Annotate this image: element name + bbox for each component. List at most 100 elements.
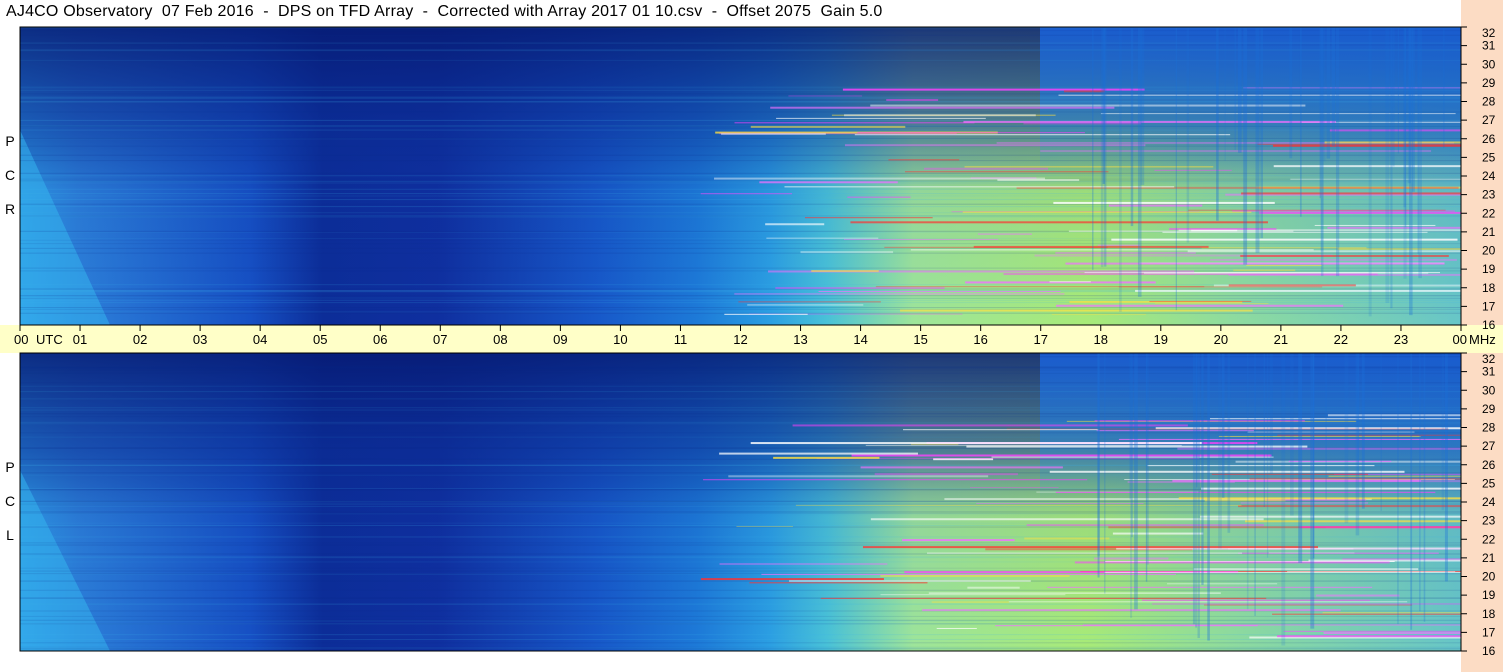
background-band (20, 556, 1461, 558)
interference-streak (928, 592, 1221, 594)
vertical-stripe (1335, 27, 1340, 277)
vertical-stripe (1331, 27, 1336, 147)
vertical-stripe (1131, 353, 1133, 538)
interference-streak (936, 627, 977, 629)
vertical-stripe (1246, 353, 1249, 610)
time-tick-label: 06 (373, 332, 387, 347)
interference-streak (721, 133, 826, 136)
interference-streak (734, 122, 975, 124)
background-band (20, 648, 1461, 650)
interference-streak (843, 238, 999, 240)
interference-streak (719, 563, 888, 566)
interference-streak (818, 290, 1061, 292)
vertical-stripe (1192, 353, 1196, 625)
background-band (20, 544, 1461, 546)
interference-streak (759, 181, 898, 184)
vertical-stripe (1344, 353, 1349, 524)
interference-streak (1049, 470, 1405, 473)
interference-streak (789, 579, 1031, 582)
vertical-stripe (1254, 353, 1256, 616)
interference-streak (1053, 201, 1275, 204)
frequency-tick-label: 26 (1482, 132, 1496, 146)
interference-streak (1204, 499, 1286, 502)
interference-streak (903, 429, 1099, 431)
background-band (20, 642, 1461, 644)
time-tick-label: 23 (1394, 332, 1408, 347)
vertical-stripe (1310, 353, 1315, 629)
interference-streak (1283, 630, 1461, 632)
interference-streak (1323, 632, 1461, 635)
interference-streak (775, 287, 945, 290)
interference-streak (1112, 532, 1204, 535)
interference-streak (886, 99, 939, 102)
vertical-stripe (1102, 27, 1105, 184)
vertical-stripe (1218, 353, 1222, 549)
interference-streak (1337, 248, 1461, 251)
background-band (20, 536, 1461, 538)
vertical-stripe (1423, 353, 1426, 622)
interference-streak (870, 518, 1264, 521)
interference-streak (963, 120, 1336, 123)
time-tick-label: 18 (1094, 332, 1108, 347)
time-tick-label: 12 (733, 332, 747, 347)
interference-streak (860, 466, 1063, 469)
interference-streak (1169, 227, 1277, 230)
vertical-stripe (1092, 27, 1094, 270)
frequency-tick-label: 31 (1482, 39, 1496, 53)
vertical-stripe (1368, 27, 1372, 317)
interference-streak (1327, 226, 1461, 229)
interference-streak (734, 293, 1065, 295)
background-band (20, 299, 1461, 301)
vertical-stripe (1243, 27, 1248, 265)
interference-streak (766, 237, 879, 239)
interference-streak (1245, 520, 1461, 523)
vertical-stripe (1255, 27, 1260, 253)
interference-streak (1316, 594, 1400, 597)
vertical-stripe (1197, 353, 1200, 639)
background-band (20, 522, 1461, 524)
interference-streak (862, 546, 1318, 549)
interference-streak (1204, 604, 1413, 606)
interference-streak (776, 117, 986, 119)
interference-streak (1273, 165, 1461, 168)
background-band (20, 615, 1461, 617)
interference-streak (749, 582, 928, 584)
time-tick-label: 07 (433, 332, 447, 347)
time-tick-label: 09 (553, 332, 567, 347)
vertical-stripe (1361, 353, 1365, 509)
time-tick-label: 03 (193, 332, 207, 347)
interference-streak (804, 217, 933, 219)
frequency-tick-label: 20 (1482, 244, 1496, 258)
interference-streak (1051, 314, 1146, 316)
frequency-tick-label: 18 (1482, 281, 1496, 295)
interference-streak (931, 601, 1010, 603)
interference-streak (788, 95, 863, 97)
interference-streak (1200, 515, 1461, 518)
background-band (20, 407, 1461, 409)
interference-streak (844, 144, 1146, 147)
interference-streak (1233, 269, 1296, 271)
vertical-stripe (1390, 27, 1393, 309)
vertical-stripe (1385, 27, 1390, 303)
frequency-tick-label: 26 (1482, 458, 1496, 472)
vertical-stripe (1119, 27, 1122, 312)
interference-streak (770, 106, 1115, 109)
frequency-tick-label: 17 (1482, 299, 1496, 313)
frequency-tick-label: 25 (1482, 150, 1496, 164)
background-band (20, 382, 1461, 384)
interference-streak (1240, 502, 1369, 504)
vertical-stripe (1234, 27, 1237, 150)
background-band (20, 573, 1461, 575)
vertical-stripe (1097, 353, 1100, 578)
time-tick-label: 01 (73, 332, 87, 347)
background-band (20, 391, 1461, 393)
vertical-stripe (1418, 27, 1422, 279)
background-band (20, 369, 1461, 371)
background-band (20, 372, 1461, 374)
interference-streak (857, 132, 1085, 134)
time-tick-label: 02 (133, 332, 147, 347)
upper-spectrogram-panel (20, 27, 1461, 325)
vertical-stripe (1207, 353, 1210, 641)
vertical-stripe (1145, 353, 1148, 582)
interference-streak (910, 249, 1314, 251)
